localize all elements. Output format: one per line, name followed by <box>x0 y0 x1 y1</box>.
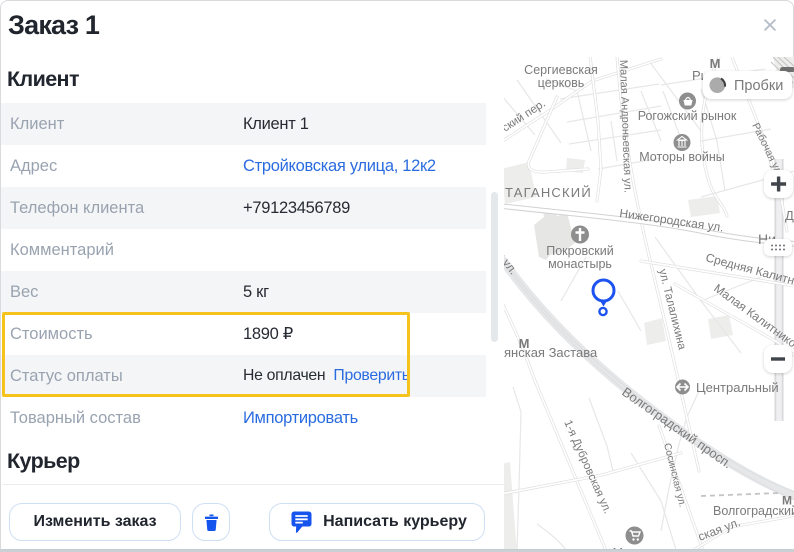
svg-text:Моторы войны: Моторы войны <box>639 150 725 164</box>
svg-text:церковь: церковь <box>538 76 585 90</box>
svg-text:Москва: Москва <box>613 546 656 549</box>
svg-text:Центральный: Центральный <box>696 380 779 395</box>
svg-text:Волгоградский: Волгоградский <box>713 504 794 518</box>
svg-text:Пробки: Пробки <box>734 78 783 94</box>
svg-text:М: М <box>710 57 721 71</box>
svg-text:ТАГАНСКИЙ: ТАГАНСКИЙ <box>505 185 592 200</box>
svg-text:Рогожский рынок: Рогожский рынок <box>638 109 737 123</box>
svg-text:янская Застава: янская Застава <box>504 345 598 360</box>
svg-text:Покровский: Покровский <box>546 244 614 258</box>
svg-text:монастырь: монастырь <box>548 257 612 271</box>
svg-text:Д: Д <box>785 208 794 223</box>
svg-text:Сергиевская: Сергиевская <box>524 63 598 77</box>
